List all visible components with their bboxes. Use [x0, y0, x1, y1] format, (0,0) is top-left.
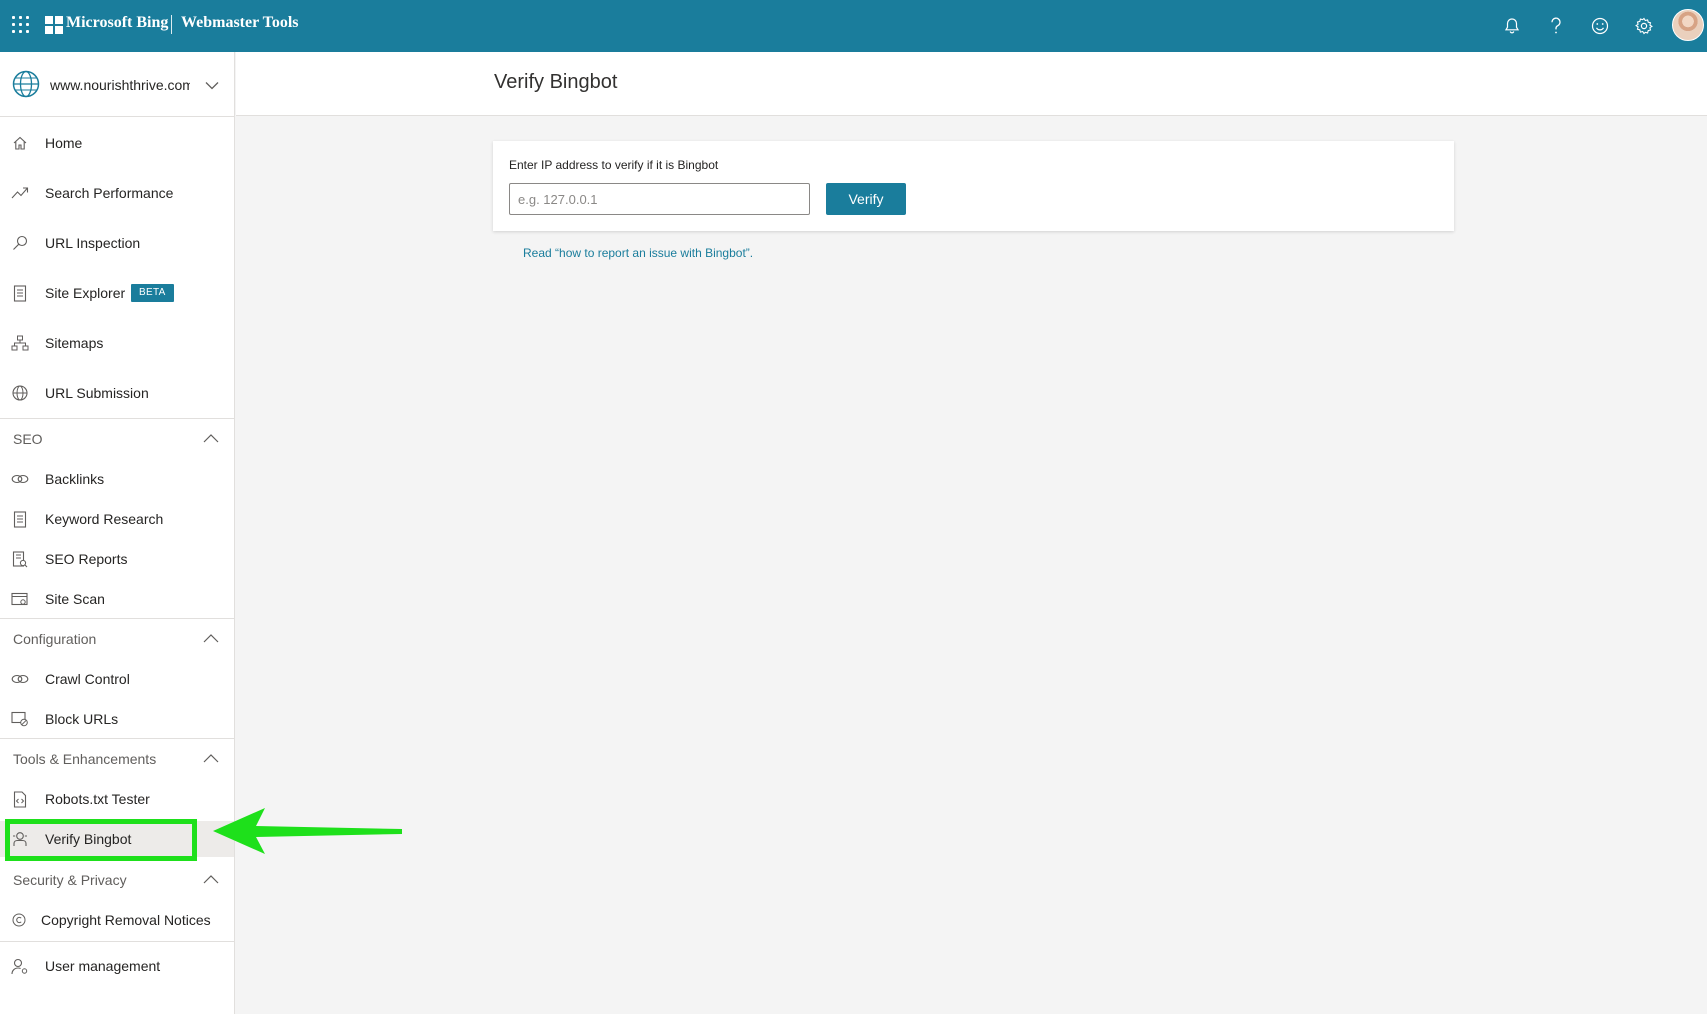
report-icon: [11, 550, 29, 568]
robot-icon: [11, 830, 29, 848]
section-title: Security & Privacy: [13, 872, 127, 888]
search-icon: [11, 234, 29, 252]
divider: [0, 418, 234, 419]
verify-button[interactable]: Verify: [826, 183, 906, 215]
report-issue-link[interactable]: Read “how to report an issue with Bingbo…: [523, 246, 753, 260]
avatar[interactable]: [1672, 9, 1704, 41]
sidebar-item-label: Sitemaps: [45, 335, 104, 351]
section-header-seo[interactable]: SEO: [0, 422, 234, 456]
chevron-up-icon[interactable]: [203, 430, 219, 448]
sidebar-item-label: Robots.txt Tester: [45, 791, 150, 807]
divider: [0, 618, 234, 619]
sidebar-item-label: Verify Bingbot: [45, 831, 132, 847]
sidebar-item-label: URL Submission: [45, 385, 149, 401]
microsoft-logo-icon: [45, 16, 63, 34]
chevron-up-icon[interactable]: [203, 630, 219, 648]
verify-card: Enter IP address to verify if it is Bing…: [493, 141, 1454, 231]
sidebar-item-seo-reports[interactable]: SEO Reports: [0, 541, 234, 577]
sidebar-item-label: User management: [45, 958, 161, 974]
section-header-configuration[interactable]: Configuration: [0, 622, 234, 656]
site-url: www.nourishthrive.com: [50, 77, 190, 93]
section-header-tools-enhancements[interactable]: Tools & Enhancements: [0, 742, 234, 776]
sidebar-item-site-explorer[interactable]: Site Explorer BETA: [0, 275, 234, 311]
divider: [0, 738, 234, 739]
link-icon: [11, 470, 29, 488]
sidebar-item-backlinks[interactable]: Backlinks: [0, 461, 234, 497]
sidebar-item-label: Block URLs: [45, 711, 119, 727]
sidebar-item-user-management[interactable]: User management: [0, 948, 234, 984]
brand-name[interactable]: Microsoft Bing: [66, 14, 168, 32]
block-icon: [11, 710, 29, 728]
chevron-up-icon[interactable]: [203, 871, 219, 889]
sidebar: www.nourishthrive.com Home Search Perfor…: [0, 52, 235, 1014]
sidebar-item-label: Copyright Removal Notices: [41, 912, 211, 928]
gear-icon[interactable]: [1631, 13, 1657, 39]
home-icon: [11, 134, 29, 152]
ip-field-label: Enter IP address to verify if it is Bing…: [509, 158, 719, 172]
sidebar-item-robots-txt-tester[interactable]: Robots.txt Tester: [0, 781, 234, 817]
sidebar-item-label: Site Scan: [45, 591, 105, 607]
document-icon: [11, 284, 29, 302]
sidebar-item-label: Search Performance: [45, 185, 174, 201]
sidebar-item-label: SEO Reports: [45, 551, 128, 567]
scan-icon: [11, 590, 29, 608]
sidebar-item-sitemaps[interactable]: Sitemaps: [0, 325, 234, 361]
page-title: Verify Bingbot: [494, 71, 618, 93]
divider: [0, 941, 234, 942]
link-icon: [11, 670, 29, 688]
site-selector[interactable]: www.nourishthrive.com: [0, 52, 235, 117]
sidebar-item-keyword-research[interactable]: Keyword Research: [0, 501, 234, 537]
section-title: Configuration: [13, 631, 97, 647]
sidebar-item-home[interactable]: Home: [0, 125, 234, 161]
app-launcher-icon[interactable]: [12, 16, 32, 36]
product-name[interactable]: Webmaster Tools: [181, 14, 299, 32]
annotation-arrow-icon: [213, 808, 402, 854]
sidebar-item-block-urls[interactable]: Block URLs: [0, 701, 234, 737]
sidebar-item-site-scan[interactable]: Site Scan: [0, 581, 234, 617]
sidebar-item-url-submission[interactable]: URL Submission: [0, 375, 234, 411]
sidebar-item-label: Home: [45, 135, 83, 151]
section-header-security-privacy[interactable]: Security & Privacy: [0, 863, 234, 897]
section-title: Tools & Enhancements: [13, 751, 157, 767]
sidebar-item-label: Crawl Control: [45, 671, 130, 687]
chevron-up-icon[interactable]: [203, 750, 219, 768]
chevron-down-icon[interactable]: [205, 77, 219, 95]
sidebar-item-label: Keyword Research: [45, 511, 164, 527]
beta-badge: BETA: [131, 284, 174, 302]
sidebar-item-label: Backlinks: [45, 471, 105, 487]
globe-icon: [11, 384, 29, 402]
help-icon[interactable]: [1543, 13, 1569, 39]
trend-icon: [11, 184, 29, 202]
user-settings-icon: [11, 957, 29, 975]
ip-address-input[interactable]: [509, 183, 810, 215]
sidebar-item-search-performance[interactable]: Search Performance: [0, 175, 234, 211]
bell-icon[interactable]: [1499, 13, 1525, 39]
globe-icon: [12, 70, 40, 103]
sidebar-item-crawl-control[interactable]: Crawl Control: [0, 661, 234, 697]
page-header: Verify Bingbot: [236, 52, 1707, 116]
section-title: SEO: [13, 431, 43, 447]
sidebar-item-copyright-removal-notices[interactable]: Copyright Removal Notices: [0, 902, 234, 938]
code-file-icon: [11, 790, 29, 808]
top-bar: Microsoft Bing Webmaster Tools: [0, 0, 1707, 52]
brand-divider: [171, 15, 172, 34]
document-icon: [11, 510, 29, 528]
sidebar-item-url-inspection[interactable]: URL Inspection: [0, 225, 234, 261]
copyright-icon: [10, 911, 28, 929]
feedback-smiley-icon[interactable]: [1587, 13, 1613, 39]
sidebar-item-label: Site Explorer: [45, 285, 126, 301]
sidebar-item-verify-bingbot[interactable]: Verify Bingbot: [0, 821, 234, 857]
sitemap-icon: [11, 334, 29, 352]
sidebar-item-label: URL Inspection: [45, 235, 141, 251]
